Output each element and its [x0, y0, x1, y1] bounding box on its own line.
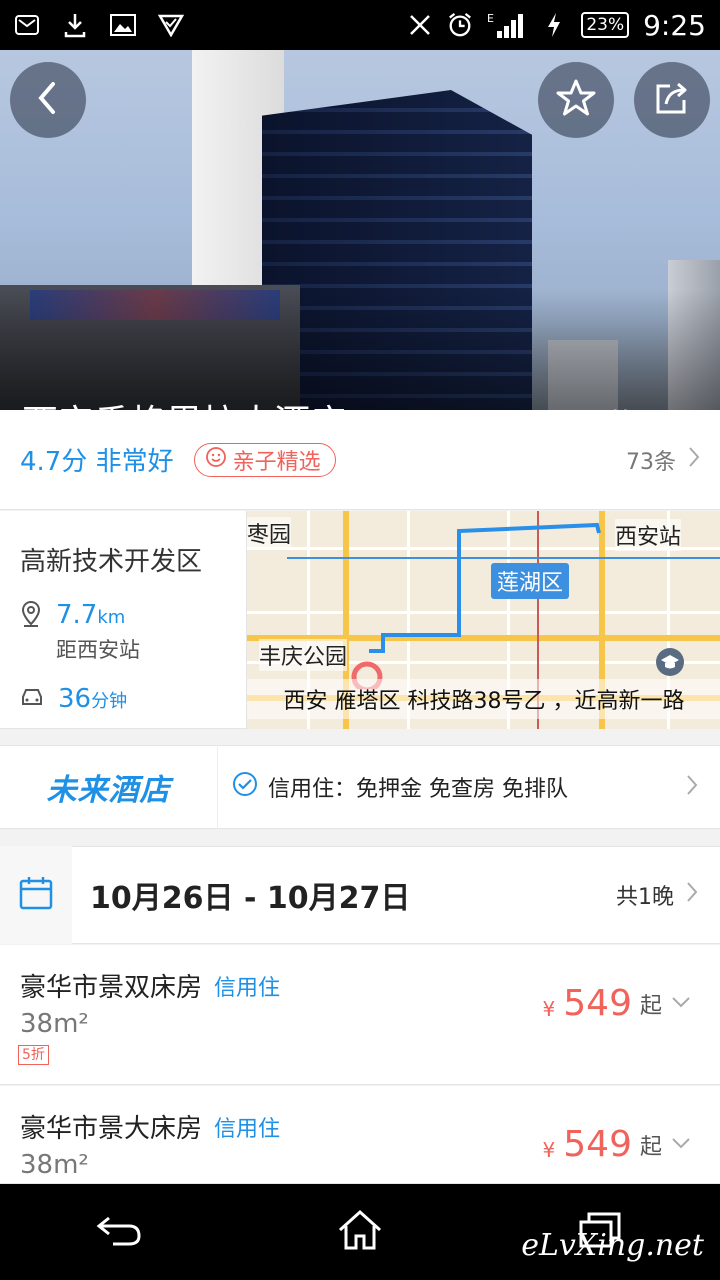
rating-row[interactable]: 4.7分 非常好 亲子精选 73条	[0, 410, 720, 510]
image-icon	[110, 12, 136, 38]
room-item[interactable]: 豪华市景大床房 信用住 38m² ¥ 549 起	[0, 1086, 720, 1184]
check-circle-icon	[232, 771, 258, 803]
status-bar: E 23% 9:25	[0, 0, 720, 50]
room-price: ¥ 549 起	[543, 1124, 692, 1165]
room-name: 豪华市景双床房	[20, 973, 203, 1003]
shield-check-icon	[158, 12, 184, 38]
distance-value: 7.7	[56, 600, 98, 630]
room-item[interactable]: 豪华市景双床房 信用住 38m² 5折 ¥ 549 起	[0, 945, 720, 1085]
signal-icon: E	[487, 12, 527, 38]
chevron-left-icon	[33, 80, 63, 120]
hotel-address: 西安 雁塔区 科技路38号乙 ，近高新一路	[247, 679, 720, 719]
car-icon	[20, 687, 44, 711]
rating-score: 4.7分 非常好	[20, 447, 174, 477]
battery-indicator: 23%	[581, 12, 630, 38]
chevron-down-icon[interactable]	[670, 1135, 692, 1154]
room-tag: 信用住	[214, 975, 281, 1001]
chevron-right-icon	[686, 881, 698, 909]
star-icon	[556, 78, 596, 122]
travel-time-value: 36	[58, 684, 92, 714]
home-nav-icon[interactable]	[335, 1208, 385, 1256]
credit-stay-info: 信用住：免押金 免查房 免排队	[232, 771, 568, 803]
favorite-button[interactable]	[538, 62, 614, 138]
district: 高新技术开发区	[20, 547, 203, 577]
reviews-link[interactable]: 73条	[626, 444, 700, 476]
future-hotel-logo: 未来酒店	[0, 745, 218, 829]
distance-line: 7.7km 距西安站	[20, 600, 240, 664]
price-value: 549	[563, 1124, 632, 1165]
price-suffix: 起	[639, 993, 662, 1019]
location-map[interactable]: 枣园 西安站 莲湖区 丰庆公园 西安 雁塔区 科技路38号乙 ，近高新一路	[246, 511, 720, 729]
share-button[interactable]	[634, 62, 710, 138]
smile-icon	[205, 446, 227, 474]
chevron-right-icon	[686, 774, 698, 800]
back-nav-icon[interactable]	[95, 1210, 145, 1254]
room-title: 豪华市景大床房 信用住	[20, 1108, 280, 1145]
chevron-right-icon	[688, 446, 700, 474]
photo-count[interactable]: 共18张	[606, 402, 698, 410]
date-range: 10月26日 - 10月27日	[90, 881, 411, 916]
travel-time-unit: 分钟	[91, 691, 128, 712]
map-label-station: 西安站	[615, 519, 682, 551]
svg-text:E: E	[487, 12, 494, 25]
currency-symbol: ¥	[542, 1137, 556, 1162]
room-title: 豪华市景双床房 信用住	[20, 967, 280, 1004]
location-pin-icon	[20, 600, 42, 632]
family-badge-label: 亲子精选	[232, 449, 321, 475]
school-icon	[655, 647, 685, 681]
back-button[interactable]	[10, 62, 86, 138]
distance-label: 距西安站	[56, 638, 140, 662]
hotel-photo[interactable]: 西安香格里拉大酒店 共18张	[0, 50, 720, 410]
room-name: 豪华市景大床房	[20, 1114, 203, 1144]
family-badge: 亲子精选	[193, 442, 336, 477]
mail-icon	[14, 12, 40, 38]
travel-time-line: 36分钟	[20, 684, 240, 714]
currency-symbol: ¥	[542, 996, 556, 1021]
location-row[interactable]: 高新技术开发区 7.7km 距西安站 36分钟 枣园 西安站 莲湖区 丰庆公园 …	[0, 511, 720, 729]
alarm-icon	[447, 12, 473, 38]
nights-count: 共1晚	[616, 885, 674, 910]
map-label-lianhu: 莲湖区	[491, 563, 570, 599]
room-area: 38m²	[20, 1009, 89, 1039]
photo-shade	[0, 290, 720, 410]
watermark: eLvXing.net	[521, 1228, 704, 1263]
location-info: 高新技术开发区 7.7km 距西安站 36分钟	[20, 541, 240, 714]
future-hotel-row[interactable]: 未来酒店 信用住：免押金 免查房 免排队	[0, 745, 720, 829]
room-price: ¥ 549 起	[543, 983, 692, 1024]
room-area: 38m²	[20, 1150, 89, 1180]
map-label-topleft: 枣园	[247, 517, 292, 549]
charging-icon	[541, 12, 567, 38]
calendar-icon	[19, 876, 53, 914]
map-label-park: 丰庆公园	[259, 639, 348, 671]
distance-unit: km	[97, 607, 126, 628]
hotel-name: 西安香格里拉大酒店	[22, 394, 346, 410]
credit-stay-text: 信用住：免押金 免查房 免排队	[268, 777, 568, 802]
reviews-count: 73条	[626, 449, 676, 475]
price-suffix: 起	[639, 1134, 662, 1160]
nights-count-link[interactable]: 共1晚	[616, 879, 698, 911]
room-tag: 信用住	[214, 1116, 281, 1142]
download-icon	[62, 12, 88, 38]
date-selector[interactable]: 10月26日 - 10月27日 共1晚	[0, 846, 720, 944]
share-icon	[652, 78, 692, 122]
price-value: 549	[563, 983, 632, 1024]
calendar-icon-box	[0, 846, 72, 944]
clock: 9:25	[643, 8, 706, 42]
chevron-down-icon[interactable]	[670, 994, 692, 1013]
discount-badge: 5折	[18, 1045, 49, 1065]
nfc-off-icon	[407, 12, 433, 38]
